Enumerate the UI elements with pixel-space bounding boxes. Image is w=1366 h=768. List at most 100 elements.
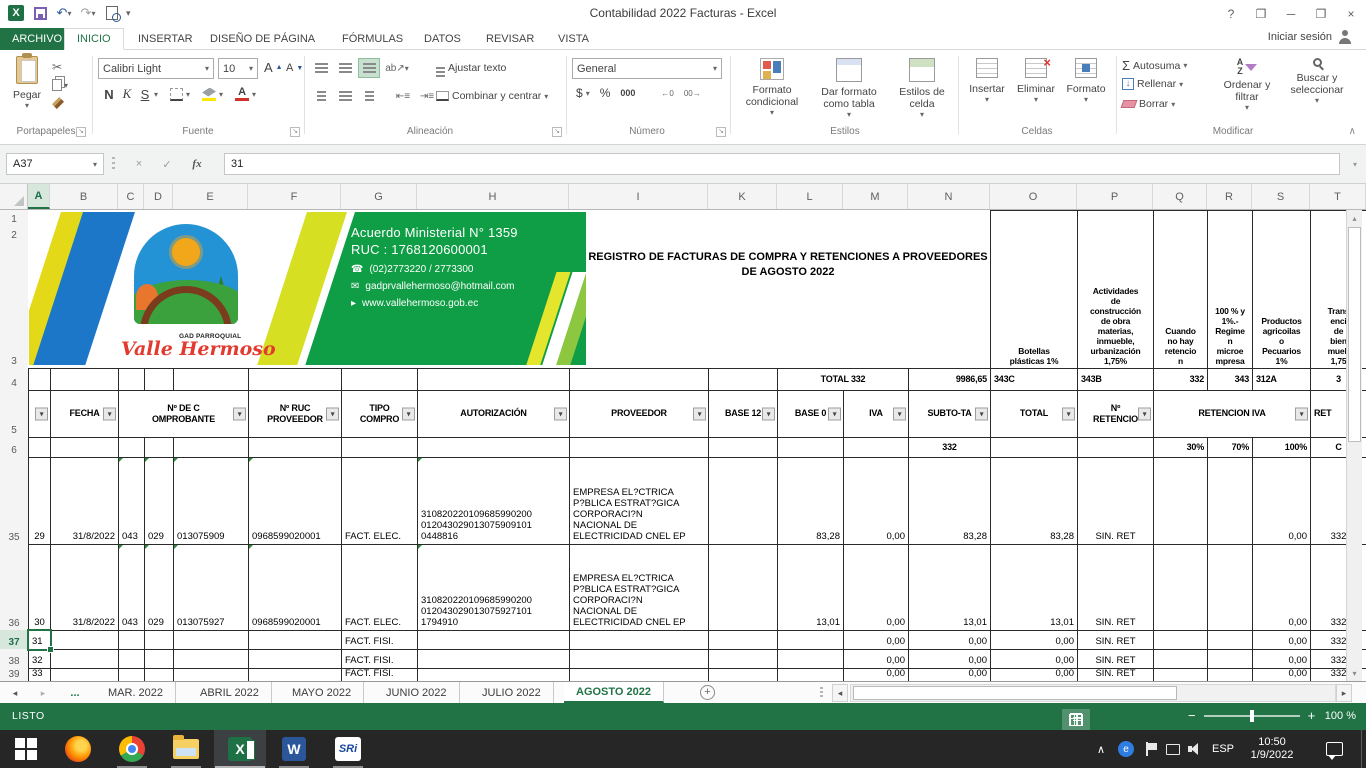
cell[interactable] (28, 437, 51, 458)
cell[interactable] (1153, 544, 1208, 631)
cell[interactable] (417, 649, 570, 669)
cell[interactable]: EMPRESA EL?CTRICAP?BLICA ESTRAT?GICACORP… (569, 457, 709, 545)
filter-button[interactable]: ▾ (1138, 408, 1151, 421)
tab-scroll-splitter[interactable] (820, 687, 823, 699)
row-header-5[interactable]: 5 (0, 390, 28, 438)
row-header-35[interactable]: 35 (0, 457, 28, 545)
grow-font-button[interactable]: A▲ (264, 60, 283, 75)
cancel-entry-button[interactable]: × (128, 153, 150, 175)
ribbon-display-options-button[interactable]: ❐ (1246, 0, 1276, 28)
column-header-F[interactable]: F (248, 184, 341, 209)
cell[interactable]: 0,00 (990, 630, 1078, 650)
format-as-table-button[interactable]: Dar formato como tabla ▾ (812, 58, 886, 119)
vertical-scroll-thumb[interactable] (1348, 227, 1361, 442)
help-button[interactable]: ? (1216, 0, 1246, 28)
cell[interactable] (144, 630, 174, 650)
cell[interactable] (1153, 457, 1208, 545)
cell[interactable]: 343 (1207, 368, 1253, 391)
cell[interactable]: 31/8/2022 (50, 457, 119, 545)
cell[interactable]: 013075909 (173, 457, 249, 545)
delete-cells-button[interactable]: × Eliminar▾ (1012, 58, 1060, 104)
cell[interactable] (1153, 649, 1208, 669)
font-color-button[interactable]: A (235, 87, 249, 101)
cell[interactable]: 100% (1252, 437, 1311, 458)
cell[interactable]: 0968599020001 (248, 457, 342, 545)
cell[interactable]: 0,00 (990, 668, 1078, 681)
filter-button[interactable]: ▾ (35, 408, 48, 421)
cell[interactable] (173, 668, 249, 681)
cell[interactable] (118, 368, 145, 391)
taskbar-word[interactable]: W (268, 730, 320, 768)
cell[interactable] (1207, 457, 1253, 545)
cell[interactable] (777, 649, 844, 669)
number-dialog-launcher[interactable]: ↘ (716, 127, 726, 137)
alignment-dialog-launcher[interactable]: ↘ (552, 127, 562, 137)
cell[interactable]: 100 % y1%.-Regimenmicroempresa (1207, 210, 1253, 369)
cell[interactable]: 83,28 (777, 457, 844, 545)
cell[interactable]: BASE 0▾ (777, 390, 844, 438)
cell[interactable]: 0,00 (908, 649, 991, 669)
column-header-E[interactable]: E (173, 184, 248, 209)
cell[interactable]: 029 (144, 457, 174, 545)
cell[interactable]: BASE 12▾ (708, 390, 778, 438)
column-header-K[interactable]: K (708, 184, 777, 209)
cell[interactable]: 31/8/2022 (50, 544, 119, 631)
autosum-button[interactable]: ΣAutosuma▾ (1122, 58, 1187, 73)
cell[interactable]: 13,01 (777, 544, 844, 631)
fill-color-button[interactable] (202, 88, 216, 101)
sheet-tab-julio-2022[interactable]: JULIO 2022 (470, 682, 554, 703)
align-center-button[interactable] (334, 86, 356, 106)
column-header-D[interactable]: D (144, 184, 173, 209)
sheet-tab-agosto-2022[interactable]: AGOSTO 2022 (564, 682, 664, 703)
underline-button[interactable]: S (136, 87, 154, 102)
cell[interactable] (248, 368, 342, 391)
column-header-N[interactable]: N (908, 184, 990, 209)
cell[interactable]: 0,00 (1252, 457, 1311, 545)
sheet-overflow-button[interactable]: ... (62, 682, 88, 704)
cell[interactable]: SIN. RET (1077, 668, 1154, 681)
hscroll-right-arrow[interactable]: ▸ (1336, 684, 1352, 702)
taskbar-sri[interactable]: SRi (322, 730, 374, 768)
filter-button[interactable]: ▾ (554, 408, 567, 421)
cell[interactable] (50, 649, 119, 669)
cell[interactable]: FACT. ELEC. (341, 544, 418, 631)
cell[interactable]: 0,00 (843, 630, 909, 650)
font-color-dropdown[interactable]: ▾ (252, 90, 256, 99)
orientation-button[interactable]: ab↗▾ (382, 58, 412, 78)
cell[interactable]: 043 (118, 544, 145, 631)
cell[interactable]: 13,01 (990, 544, 1078, 631)
expand-formula-bar-button[interactable]: ▾ (1344, 153, 1366, 175)
percent-format-button[interactable]: % (600, 86, 611, 100)
minimize-button[interactable]: ─ (1276, 0, 1306, 28)
filter-button[interactable]: ▾ (103, 408, 116, 421)
cell[interactable] (569, 649, 709, 669)
selected-cell-outline[interactable] (27, 629, 52, 651)
cell[interactable]: 332 (908, 437, 991, 458)
cell[interactable] (1153, 668, 1208, 681)
cell[interactable]: SIN. RET (1077, 630, 1154, 650)
row-header-1[interactable]: 1 (0, 210, 28, 227)
formula-bar-splitter[interactable] (112, 157, 115, 171)
tray-display-icon[interactable] (1162, 730, 1184, 768)
new-sheet-button[interactable]: + (700, 685, 715, 700)
currency-format-button[interactable]: $▾ (576, 86, 590, 100)
cell[interactable]: 70% (1207, 437, 1253, 458)
cell[interactable]: 0,00 (908, 668, 991, 681)
column-header-C[interactable]: C (118, 184, 144, 209)
cell[interactable] (569, 368, 709, 391)
tab-vista[interactable]: VISTA (546, 28, 601, 50)
tab-diseno-de-pagina[interactable]: DISEÑO DE PÁGINA (198, 28, 327, 50)
show-desktop-button[interactable] (1361, 730, 1366, 768)
cell[interactable]: 043 (118, 457, 145, 545)
cell[interactable]: IVA▾ (843, 390, 909, 438)
cell[interactable]: EMPRESA EL?CTRICAP?BLICA ESTRAT?GICACORP… (569, 544, 709, 631)
tray-clock[interactable]: 10:50 1/9/2022 (1240, 730, 1304, 768)
format-cells-button[interactable]: Formato▾ (1062, 58, 1110, 104)
column-header-R[interactable]: R (1207, 184, 1252, 209)
cell[interactable] (118, 437, 145, 458)
cell[interactable] (50, 630, 119, 650)
column-header-S[interactable]: S (1252, 184, 1310, 209)
filter-button[interactable]: ▾ (233, 408, 246, 421)
cell[interactable]: 343B (1077, 368, 1154, 391)
cut-button[interactable]: ✂ (52, 58, 68, 76)
